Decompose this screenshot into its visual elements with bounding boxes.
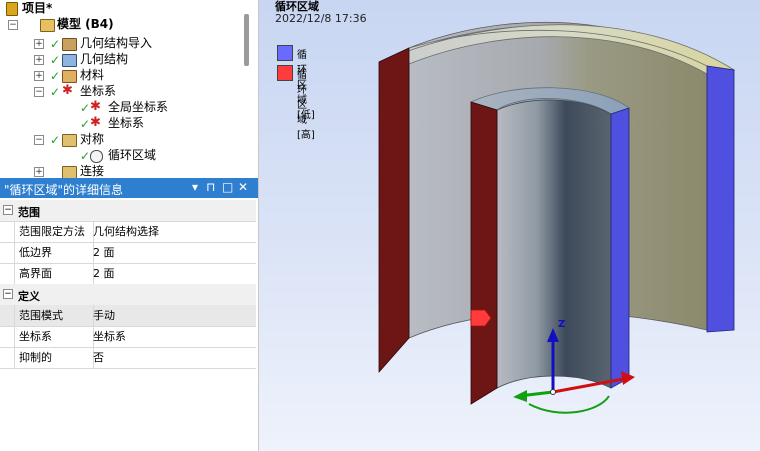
tree-label: 几何结构 xyxy=(80,52,129,66)
tree-label: 坐标系 xyxy=(108,116,145,130)
detail-row[interactable]: 高界面 2 面 xyxy=(0,263,256,285)
model-view[interactable] xyxy=(259,0,760,451)
geometry-import-icon xyxy=(62,38,77,51)
collapse-icon[interactable]: − xyxy=(34,135,44,145)
legend-swatch xyxy=(277,65,293,81)
details-title-bar: "循环区域"的详细信息 ▾ ⊓ □ ✕ xyxy=(0,178,258,198)
detail-key: 范围模式 xyxy=(14,305,94,326)
maximize-icon[interactable]: □ xyxy=(222,180,233,194)
detail-value[interactable]: 手动 xyxy=(93,305,115,326)
cyclic-region-icon xyxy=(90,150,103,163)
detail-key: 抑制的 xyxy=(14,347,94,368)
coordinate-system-icon: ✱ xyxy=(90,99,101,114)
project-icon xyxy=(6,2,18,16)
low-boundary-face-outer[interactable] xyxy=(706,65,735,333)
detail-row[interactable]: 低边界 2 面 xyxy=(0,242,256,264)
expand-icon[interactable]: + xyxy=(34,39,44,49)
check-icon: ✓ xyxy=(50,37,61,51)
tree-label: 几何结构导入 xyxy=(80,36,153,50)
expand-icon[interactable]: + xyxy=(34,167,44,177)
low-boundary-face-inner[interactable] xyxy=(610,107,630,389)
detail-row[interactable]: 范围模式 手动 xyxy=(0,305,256,327)
detail-value[interactable]: 几何结构选择 xyxy=(93,221,159,242)
left-pane: 项目* − 模型 (B4) + ✓ 几何结构导入 + ✓ 几何结构 + ✓ 材料 xyxy=(0,0,259,451)
geometry-icon xyxy=(62,54,77,67)
section-label: 定义 xyxy=(18,290,40,303)
tree-label: 连接 xyxy=(80,164,105,178)
symmetry-icon xyxy=(62,134,77,147)
detail-key: 高界面 xyxy=(14,263,94,284)
detail-row[interactable]: 坐标系 坐标系 xyxy=(0,326,256,348)
check-icon: ✓ xyxy=(50,133,61,147)
tree-scrollbar[interactable] xyxy=(244,14,249,66)
model-icon xyxy=(40,19,55,32)
detail-key: 范围限定方法 xyxy=(14,221,94,242)
detail-value[interactable]: 否 xyxy=(93,347,104,368)
tree-label: 全局坐标系 xyxy=(108,100,169,114)
check-icon: ✓ xyxy=(80,117,91,131)
detail-row[interactable]: 范围限定方法 几何结构选择 xyxy=(0,221,256,243)
section-scope[interactable]: − 范围 xyxy=(0,200,256,222)
pin-icon[interactable]: ⊓ xyxy=(206,180,215,194)
expand-icon[interactable]: + xyxy=(34,55,44,65)
collapse-icon[interactable]: − xyxy=(8,20,18,30)
tree-model-label: 模型 (B4) xyxy=(57,17,114,31)
section-label: 范围 xyxy=(18,206,40,219)
high-boundary-face-inner[interactable] xyxy=(470,101,498,405)
high-boundary-face-outer[interactable] xyxy=(378,47,410,374)
detail-value[interactable]: 2 面 xyxy=(93,242,115,263)
connections-icon xyxy=(62,166,77,178)
detail-value[interactable]: 2 面 xyxy=(93,263,115,284)
collapse-icon[interactable]: − xyxy=(34,87,44,97)
detail-key: 低边界 xyxy=(14,242,94,263)
tree-root-label: 项目* xyxy=(22,1,53,15)
check-icon: ✓ xyxy=(50,69,61,83)
legend-label: 循环区域 [高] xyxy=(297,70,315,141)
materials-icon xyxy=(62,70,77,83)
legend-swatch xyxy=(277,45,293,61)
collapse-icon[interactable]: − xyxy=(3,205,13,215)
tree-label: 对称 xyxy=(80,132,105,146)
collapse-icon[interactable]: − xyxy=(3,289,13,299)
detail-value[interactable]: 坐标系 xyxy=(93,326,126,347)
graphics-viewport[interactable]: 循环区域 2022/12/8 17:36 循环区域 [低] 循环区域 [高] Z xyxy=(259,0,760,451)
tree-label: 循环区域 xyxy=(108,148,157,162)
check-icon: ✓ xyxy=(80,149,91,163)
close-icon[interactable]: ✕ xyxy=(238,180,248,194)
coordinate-system-icon: ✱ xyxy=(90,115,101,130)
details-title: "循环区域"的详细信息 xyxy=(4,183,124,197)
detail-key: 坐标系 xyxy=(14,326,94,347)
section-definition[interactable]: − 定义 xyxy=(0,284,256,306)
coordinate-system-icon: ✱ xyxy=(62,83,73,98)
check-icon: ✓ xyxy=(80,101,91,115)
tree-label: 材料 xyxy=(80,68,105,82)
expand-icon[interactable]: + xyxy=(34,71,44,81)
z-axis-label: Z xyxy=(558,319,566,330)
check-icon: ✓ xyxy=(50,53,61,67)
check-icon: ✓ xyxy=(50,85,61,99)
tree-label: 坐标系 xyxy=(80,84,117,98)
viewport-timestamp: 2022/12/8 17:36 xyxy=(275,12,367,25)
detail-row[interactable]: 抑制的 否 xyxy=(0,347,256,369)
outline-tree: 项目* − 模型 (B4) + ✓ 几何结构导入 + ✓ 几何结构 + ✓ 材料 xyxy=(0,0,258,178)
dropdown-icon[interactable]: ▾ xyxy=(192,180,198,194)
